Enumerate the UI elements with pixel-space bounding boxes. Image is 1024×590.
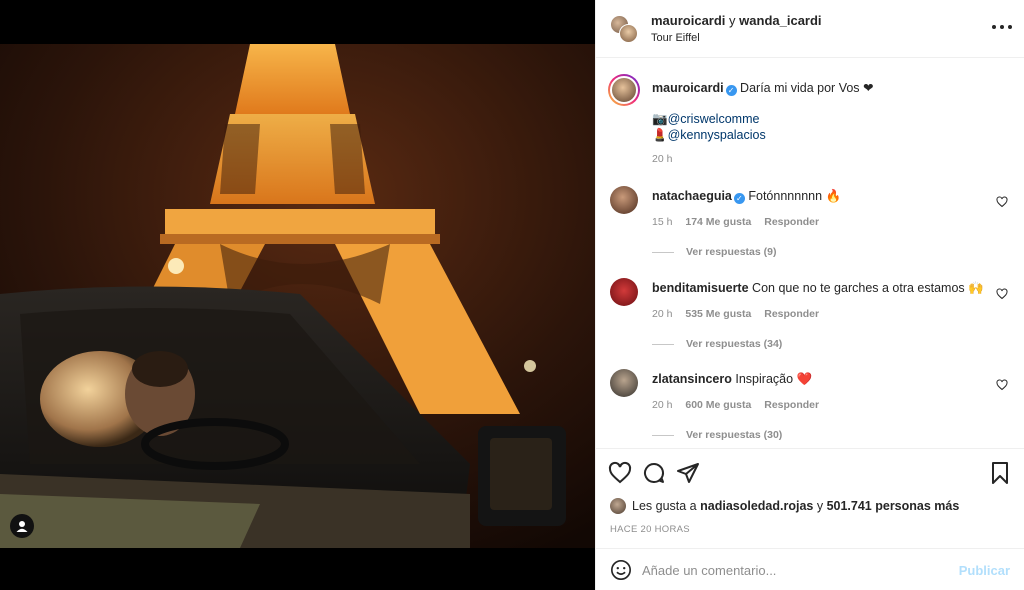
comment-body: Fotónnnnnnn 🔥 [748,189,842,203]
caption-text: mauroicardi ✓ Daría mi vida por Vos ❤ [652,80,874,96]
comment-text: zlatansincero Inspiração ❤️ [652,371,812,387]
comment-username-link[interactable]: benditamisuerte [652,281,749,295]
post-media [0,0,595,590]
author-joiner: y [729,13,736,28]
bookmark-icon[interactable] [988,461,1012,485]
likes-count-link[interactable]: 501.741 personas más [827,499,960,513]
caption-credit: 💄@kennyspalacios [652,127,766,143]
camera-icon: 📷 [652,112,668,126]
caption-username-link[interactable]: mauroicardi [652,81,724,95]
reply-button[interactable]: Responder [764,308,819,320]
view-replies-button[interactable]: Ver respuestas (9) [652,246,776,258]
avatar [619,24,638,43]
post-header: mauroicardi y wanda_icardi Tour Eiffel [596,0,1024,58]
comment-like-icon[interactable] [996,288,1008,300]
comment-text: natachaeguia ✓ Fotónnnnnnn 🔥 [652,188,841,204]
view-replies-button[interactable]: Ver respuestas (30) [652,429,782,441]
mention-link[interactable]: @criswelcomme [668,112,760,126]
liker-username-link[interactable]: nadiasoledad.rojas [700,499,813,513]
caption-body: Daría mi vida por Vos ❤ [740,81,874,95]
comment-meta: 15 h 174 Me gusta Responder [652,216,829,228]
comment-input[interactable] [642,557,942,583]
post-timestamp[interactable]: HACE 20 HORAS [610,524,690,535]
post-comment-button[interactable]: Publicar [959,563,1010,578]
avatar[interactable] [610,186,638,214]
comments-list: mauroicardi ✓ Daría mi vida por Vos ❤ 📷@c… [596,58,1024,448]
verified-badge-icon: ✓ [725,85,737,96]
comment-like-icon[interactable] [996,379,1008,391]
avatar[interactable] [608,74,640,106]
post-photo[interactable] [0,44,595,548]
comment-meta: 20 h 535 Me gusta Responder [652,308,829,320]
post-details-panel: mauroicardi y wanda_icardi Tour Eiffel m… [595,0,1024,590]
more-options-icon[interactable] [992,20,1012,34]
author-avatars[interactable] [610,15,638,43]
likes-summary: Les gusta a nadiasoledad.rojas y 501.741… [610,498,959,514]
reply-button[interactable]: Responder [764,399,819,411]
comment-likes-link[interactable]: 535 Me gusta [685,308,751,320]
comment-composer: Publicar [596,548,1024,590]
comment-time: 20 h [652,399,673,411]
share-send-icon[interactable] [676,461,700,485]
caption-time: 20 h [652,153,673,165]
reply-button[interactable]: Responder [764,216,819,228]
avatar[interactable] [610,278,638,306]
avatar[interactable] [610,369,638,397]
comment-meta: 20 h 600 Me gusta Responder [652,399,829,411]
comment-bubble-icon[interactable] [642,461,666,485]
coauthor-username-link[interactable]: wanda_icardi [739,13,821,28]
comment-body: Inspiração ❤️ [735,372,813,386]
likes-joiner: y [816,499,824,513]
user-tag-icon[interactable] [10,514,34,538]
verified-badge-icon: ✓ [733,193,745,204]
comment: benditamisuerte Con que no te garches a … [610,278,1010,358]
comment-likes-link[interactable]: 174 Me gusta [685,216,751,228]
comment-username-link[interactable]: natachaeguia [652,189,732,203]
comment-time: 15 h [652,216,673,228]
comment-time: 20 h [652,308,673,320]
likes-prefix: Les gusta a [632,499,697,513]
author-names: mauroicardi y wanda_icardi [651,13,822,28]
comment-body: Con que no te garches a otra estamos 🙌 [752,281,984,295]
caption-credit: 📷@criswelcomme [652,111,759,127]
comment-username-link[interactable]: zlatansincero [652,372,732,386]
mention-link[interactable]: @kennyspalacios [668,128,766,142]
avatar [610,498,626,514]
lipstick-icon: 💄 [652,128,668,142]
comment-text: benditamisuerte Con que no te garches a … [652,280,984,296]
like-heart-icon[interactable] [608,461,632,485]
comment-like-icon[interactable] [996,196,1008,208]
caption: mauroicardi ✓ Daría mi vida por Vos ❤ 📷@c… [608,74,1010,174]
comment: zlatansincero Inspiração ❤️ 20 h 600 Me … [610,369,1010,448]
comment-likes-link[interactable]: 600 Me gusta [685,399,751,411]
view-replies-button[interactable]: Ver respuestas (34) [652,338,782,350]
comment: natachaeguia ✓ Fotónnnnnnn 🔥 15 h 174 Me … [610,186,1010,266]
author-username-link[interactable]: mauroicardi [651,13,725,28]
post-actions: Les gusta a nadiasoledad.rojas y 501.741… [596,448,1024,548]
location-link[interactable]: Tour Eiffel [651,32,700,44]
emoji-icon[interactable] [610,559,632,581]
